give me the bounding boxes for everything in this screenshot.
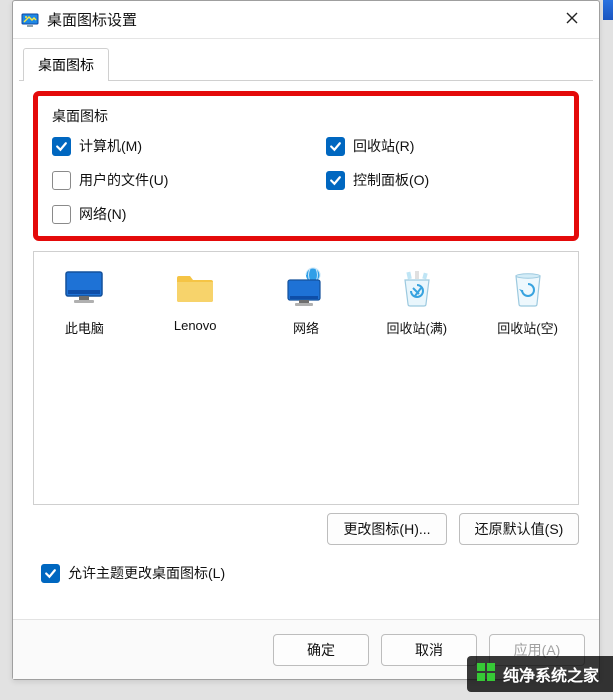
checkbox-label: 回收站(R) (353, 136, 414, 156)
checkbox-box (52, 171, 71, 190)
preview-recycle-full[interactable]: 回收站(满) (376, 266, 457, 337)
watermark: 纯净系统之家 (467, 656, 613, 692)
checkbox-box (41, 564, 60, 583)
preview-this-pc[interactable]: 此电脑 (44, 266, 125, 337)
tab-desktop-icons[interactable]: 桌面图标 (23, 48, 109, 81)
checkbox-computer[interactable]: 计算机(M) (52, 136, 286, 156)
checkbox-box (326, 171, 345, 190)
recycle-bin-empty-icon (506, 266, 550, 310)
window-title: 桌面图标设置 (47, 9, 137, 30)
windows-logo-icon (477, 663, 495, 686)
network-icon (284, 266, 328, 310)
close-button[interactable] (553, 1, 591, 39)
folder-icon (173, 266, 217, 310)
dialog-body: 桌面图标 计算机(M) 回收站(R) 用户的文件(U) 控制面板(O) (19, 80, 593, 589)
app-icon (21, 11, 39, 29)
change-icon-button[interactable]: 更改图标(H)... (327, 513, 447, 545)
checkbox-box (52, 205, 71, 224)
checkbox-control-panel[interactable]: 控制面板(O) (326, 170, 560, 190)
group-label: 桌面图标 (52, 106, 560, 126)
checkbox-label: 网络(N) (79, 204, 126, 224)
recycle-bin-full-icon (395, 266, 439, 310)
titlebar: 桌面图标设置 (13, 1, 599, 39)
tabstrip: 桌面图标 (23, 47, 599, 80)
icon-buttons-row: 更改图标(H)... 还原默认值(S) (33, 513, 579, 545)
preview-recycle-empty[interactable]: 回收站(空) (487, 266, 568, 337)
desktop-icons-group-highlight: 桌面图标 计算机(M) 回收站(R) 用户的文件(U) 控制面板(O) (33, 91, 579, 241)
cancel-button[interactable]: 取消 (381, 634, 477, 666)
desktop-background-sliver (603, 0, 613, 20)
preview-label: 回收站(空) (497, 318, 558, 337)
checkbox-network[interactable]: 网络(N) (52, 204, 286, 224)
checkbox-grid: 计算机(M) 回收站(R) 用户的文件(U) 控制面板(O) 网络(N) (52, 136, 560, 224)
preview-label: Lenovo (174, 318, 217, 333)
checkbox-box (52, 137, 71, 156)
preview-label: 回收站(满) (386, 318, 447, 337)
preview-network[interactable]: 网络 (266, 266, 347, 337)
checkbox-label: 计算机(M) (79, 136, 142, 156)
restore-defaults-button[interactable]: 还原默认值(S) (459, 513, 579, 545)
ok-button[interactable]: 确定 (273, 634, 369, 666)
icon-preview-list: 此电脑 Lenovo 网络 回收站(满) 回收站(空) (33, 251, 579, 505)
monitor-icon (62, 266, 106, 310)
checkbox-label: 用户的文件(U) (79, 170, 168, 190)
checkbox-box (326, 137, 345, 156)
desktop-icon-settings-dialog: 桌面图标设置 桌面图标 桌面图标 计算机(M) 回收站(R) (12, 0, 600, 680)
preview-label: 此电脑 (65, 318, 104, 337)
checkbox-label: 控制面板(O) (353, 170, 429, 190)
close-icon (566, 11, 578, 29)
preview-label: 网络 (293, 318, 319, 337)
checkbox-user-files[interactable]: 用户的文件(U) (52, 170, 286, 190)
preview-lenovo-folder[interactable]: Lenovo (155, 266, 236, 333)
watermark-text: 纯净系统之家 (503, 662, 599, 686)
checkbox-recycle-bin[interactable]: 回收站(R) (326, 136, 560, 156)
allow-theme-checkbox[interactable]: 允许主题更改桌面图标(L) (41, 563, 571, 583)
checkbox-label: 允许主题更改桌面图标(L) (68, 563, 225, 583)
